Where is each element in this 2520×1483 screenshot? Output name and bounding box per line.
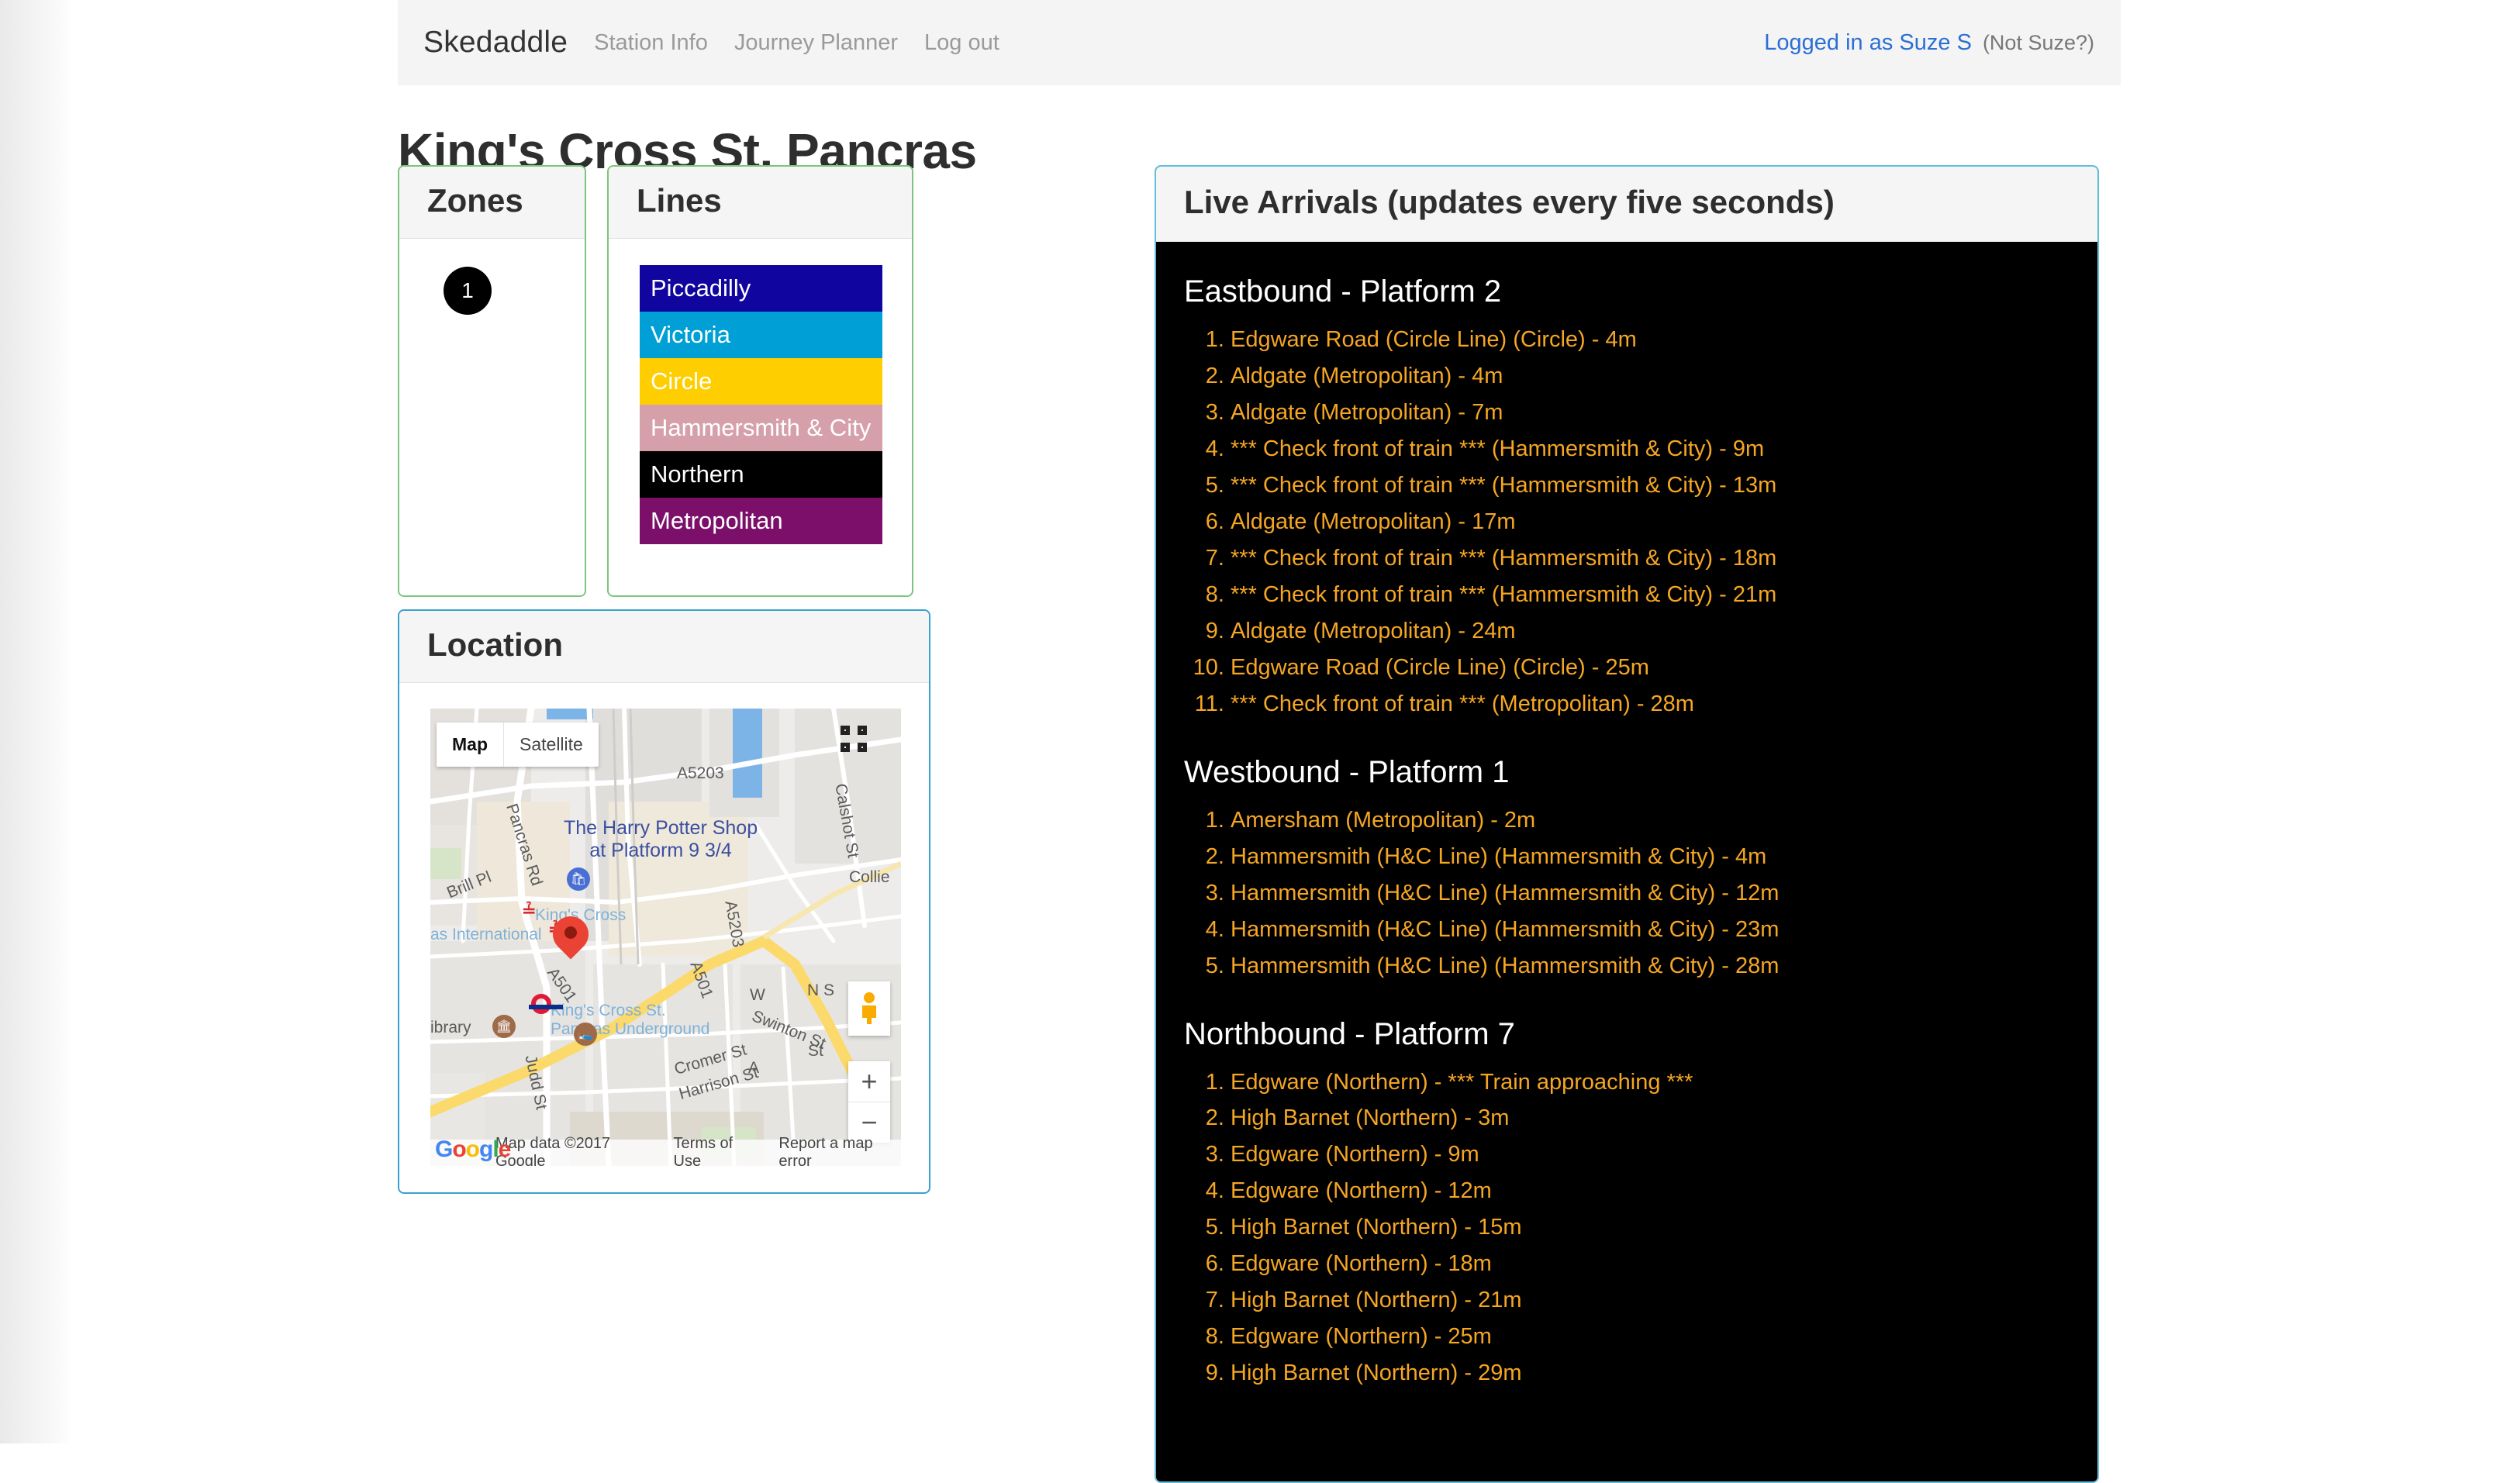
lines-heading: Lines	[637, 182, 722, 219]
arrivals-section: Westbound - Platform 1 Amersham (Metropol…	[1156, 744, 2097, 998]
logged-in-link[interactable]: Logged in as Suze S	[1764, 30, 1972, 56]
arrivals-section-title: Westbound - Platform 1	[1184, 754, 1510, 789]
line-item[interactable]: Hammersmith & City	[640, 405, 882, 451]
zone-badge: 1	[444, 267, 492, 315]
arrival-item: Hammersmith (H&C Line) (Hammersmith & Ci…	[1231, 948, 2097, 985]
map-type-control[interactable]: Map Satellite	[437, 723, 599, 767]
line-item[interactable]: Northern	[640, 451, 882, 498]
not-user-label[interactable]: (Not Suze?)	[1983, 31, 2094, 55]
station-location-marker	[553, 916, 589, 966]
report-map-error-link[interactable]: Report a map error	[778, 1135, 901, 1166]
arrival-item: High Barnet (Northern) - 29m	[1231, 1355, 2097, 1392]
lines-panel: Lines Piccadilly Victoria Circle Hammersmit…	[607, 165, 913, 597]
map-label: as International	[430, 926, 542, 943]
arrivals-section-title: Eastbound - Platform 2	[1184, 274, 1502, 309]
arrival-item: *** Check front of train *** (Hammersmit…	[1231, 467, 2097, 504]
nav-links: Station Info Journey Planner Log out	[594, 30, 999, 56]
arrival-item: Edgware Road (Circle Line) (Circle) - 25…	[1231, 650, 2097, 686]
arrival-item: High Barnet (Northern) - 3m	[1231, 1100, 2097, 1136]
arrival-item: Amersham (Metropolitan) - 2m	[1231, 802, 2097, 839]
arrivals-panel-body: Eastbound - Platform 2 Edgware Road (Circ…	[1156, 242, 2097, 1445]
map-container[interactable]: Map Satellite + − A5203 A5203 Calshot St…	[430, 709, 901, 1166]
map-label: St	[808, 1042, 823, 1060]
map-zoom-control[interactable]: + −	[848, 1061, 890, 1143]
arrivals-list: Edgware (Northern) - *** Train approachi…	[1156, 1060, 2097, 1406]
arrival-item: *** Check front of train *** (Metropolit…	[1231, 686, 2097, 723]
arrivals-section-title: Northbound - Platform 7	[1184, 1016, 1515, 1051]
map-label: A5203	[677, 764, 724, 782]
map-type-satellite-button[interactable]: Satellite	[504, 723, 599, 767]
map-type-map-button[interactable]: Map	[437, 723, 504, 767]
live-arrivals-panel: Live Arrivals (updates every five second…	[1155, 165, 2099, 1483]
zones-panel-header: Zones	[399, 167, 585, 239]
arrivals-section: Northbound - Platform 7 Edgware (Northern…	[1156, 1006, 2097, 1406]
arrival-item: *** Check front of train *** (Hammersmit…	[1231, 577, 2097, 613]
line-item[interactable]: Metropolitan	[640, 498, 882, 544]
arrival-item: Hammersmith (H&C Line) (Hammersmith & Ci…	[1231, 839, 2097, 875]
shop-poi-icon: 🛍	[567, 867, 590, 891]
lines-list: Piccadilly Victoria Circle Hammersmith & Ci…	[640, 265, 882, 544]
arrival-item: High Barnet (Northern) - 15m	[1231, 1209, 2097, 1246]
arrivals-section: Eastbound - Platform 2 Edgware Road (Circ…	[1156, 264, 2097, 736]
library-poi-icon: 🏛	[492, 1015, 516, 1038]
street-view-pegman-icon[interactable]	[848, 981, 890, 1036]
map-label: A	[748, 1059, 760, 1077]
map-zoom-in-button[interactable]: +	[848, 1061, 890, 1102]
arrival-item: Edgware Road (Circle Line) (Circle) - 4m	[1231, 322, 2097, 358]
map-label: The Harry Potter Shop at Platform 9 3/4	[564, 817, 758, 861]
nav-link-journey-planner[interactable]: Journey Planner	[734, 30, 898, 56]
location-panel-header: Location	[399, 611, 929, 683]
location-heading: Location	[427, 626, 563, 663]
arrivals-list: Amersham (Metropolitan) - 2mHammersmith …	[1156, 798, 2097, 998]
arrival-item: Hammersmith (H&C Line) (Hammersmith & Ci…	[1231, 912, 2097, 948]
arrival-item: Edgware (Northern) - 25m	[1231, 1319, 2097, 1355]
arrival-item: *** Check front of train *** (Hammersmit…	[1231, 431, 2097, 467]
lines-panel-header: Lines	[609, 167, 912, 239]
line-item[interactable]: Piccadilly	[640, 265, 882, 312]
location-panel: Location Map Satellite + − A5203 A5203 C…	[398, 609, 930, 1194]
navbar: Skedaddle Station Info Journey Planner L…	[398, 0, 2121, 85]
nav-link-log-out[interactable]: Log out	[924, 30, 999, 56]
arrival-item: Edgware (Northern) - 18m	[1231, 1246, 2097, 1282]
lines-panel-body: Piccadilly Victoria Circle Hammersmith & Ci…	[609, 239, 912, 544]
map-data-credit: Map data ©2017 Google	[495, 1135, 611, 1166]
map-label: ibrary	[430, 1019, 471, 1036]
fullscreen-icon[interactable]	[841, 726, 867, 752]
terms-of-use-link[interactable]: Terms of Use	[674, 1135, 759, 1166]
hotel-poi-icon: 🛌	[574, 1023, 597, 1046]
arrival-item: Aldgate (Metropolitan) - 7m	[1231, 395, 2097, 431]
national-rail-icon: ≟	[522, 901, 537, 920]
brand-logo[interactable]: Skedaddle	[423, 26, 568, 60]
arrival-item: Aldgate (Metropolitan) - 17m	[1231, 504, 2097, 540]
arrival-item: Edgware (Northern) - *** Train approachi…	[1231, 1064, 2097, 1101]
zones-heading: Zones	[427, 182, 523, 219]
nav-link-station-info[interactable]: Station Info	[594, 30, 708, 56]
map-label: N S	[807, 981, 835, 999]
arrival-item: Edgware (Northern) - 9m	[1231, 1136, 2097, 1173]
page-root: Skedaddle Station Info Journey Planner L…	[0, 0, 2520, 1483]
nav-user-area: Logged in as Suze S (Not Suze?)	[1764, 30, 2094, 56]
zones-panel: Zones 1	[398, 165, 586, 597]
arrival-item: Aldgate (Metropolitan) - 4m	[1231, 358, 2097, 395]
zones-panel-body: 1	[399, 239, 585, 595]
map-label: Collie	[849, 868, 890, 886]
line-item[interactable]: Circle	[640, 358, 882, 405]
google-logo: Google	[435, 1136, 511, 1162]
arrivals-list: Edgware Road (Circle Line) (Circle) - 4m…	[1156, 317, 2097, 736]
arrivals-panel-header: Live Arrivals (updates every five second…	[1156, 167, 2097, 242]
arrival-item: Hammersmith (H&C Line) (Hammersmith & Ci…	[1231, 875, 2097, 912]
pegman-glyph	[862, 992, 876, 1024]
arrival-item: Edgware (Northern) - 12m	[1231, 1173, 2097, 1209]
arrival-item: *** Check front of train *** (Hammersmit…	[1231, 540, 2097, 577]
line-item[interactable]: Victoria	[640, 312, 882, 358]
arrival-item: High Barnet (Northern) - 21m	[1231, 1282, 2097, 1319]
map-label: W	[750, 986, 765, 1004]
location-panel-body: Map Satellite + − A5203 A5203 Calshot St…	[399, 683, 929, 1166]
arrival-item: Aldgate (Metropolitan) - 24m	[1231, 613, 2097, 650]
underground-roundel-icon	[529, 994, 563, 1014]
arrivals-heading: Live Arrivals (updates every five second…	[1184, 184, 1835, 220]
